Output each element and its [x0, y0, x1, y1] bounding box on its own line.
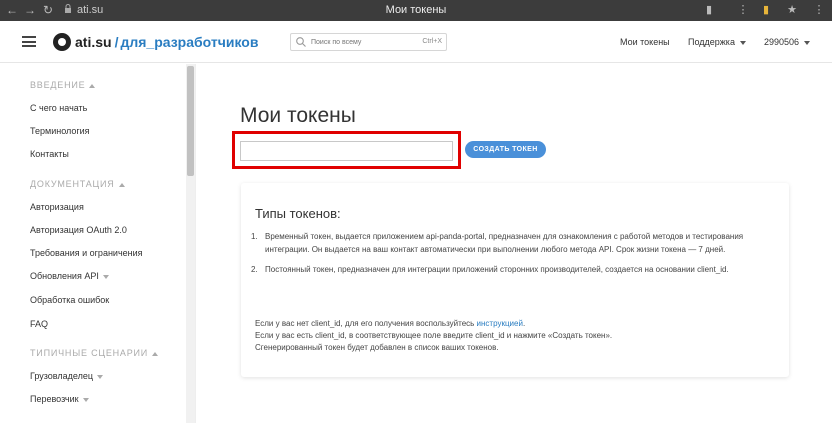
sidebar-scrollbar-thumb[interactable]: [187, 66, 194, 176]
sidebar-item-getting-started[interactable]: С чего начать: [30, 103, 87, 113]
sidebar-item-contacts[interactable]: Контакты: [30, 149, 69, 159]
back-icon[interactable]: ←: [5, 3, 19, 17]
sidebar-item-errors[interactable]: Обработка ошибок: [30, 295, 109, 305]
sidebar-item-requirements[interactable]: Требования и ограничения: [30, 248, 143, 258]
token-types-list: 1. Временный токен, выдается приложением…: [251, 230, 781, 283]
address-bar[interactable]: ati.su: [77, 4, 103, 16]
card-notes: Если у вас нет client_id, для его получе…: [255, 318, 775, 354]
sidebar-section-intro[interactable]: ВВЕДЕНИЕ: [30, 80, 96, 90]
chevron-down-icon: [102, 274, 109, 279]
bookmark-icon[interactable]: ▮: [702, 3, 716, 17]
list-item: 1. Временный токен, выдается приложением…: [251, 230, 781, 256]
chevron-up-icon: [89, 83, 96, 88]
sidebar-item-oauth[interactable]: Авторизация OAuth 2.0: [30, 225, 127, 235]
note-text: Если у вас нет client_id, для его получе…: [255, 319, 477, 328]
chevron-down-icon: [82, 397, 89, 402]
search-box[interactable]: Ctrl+X: [290, 33, 447, 51]
sidebar-item-label: Грузовладелец: [30, 371, 94, 381]
sidebar-item-carrier[interactable]: Перевозчик: [30, 394, 89, 404]
note-text: .: [522, 319, 526, 328]
nav-my-tokens[interactable]: Мои токены: [620, 37, 670, 47]
more-icon[interactable]: ⋮: [736, 3, 750, 17]
sidebar-item-cargo-owner[interactable]: Грузовладелец: [30, 371, 104, 381]
chevron-down-icon: [739, 40, 746, 45]
note-line: Если у вас нет client_id, для его получе…: [255, 318, 775, 330]
sidebar-section-docs[interactable]: ДОКУМЕНТАЦИЯ: [30, 179, 125, 189]
nav-user-label: 2990506: [764, 37, 800, 47]
sidebar-item-label: Обновления API: [30, 271, 99, 281]
nav-user[interactable]: 2990506: [764, 37, 811, 47]
chevron-down-icon: [97, 374, 104, 379]
logo-subtitle: для_разработчиков: [120, 34, 259, 50]
nav-support-label: Поддержка: [688, 37, 735, 47]
list-text: Постоянный токен, предназначен для интег…: [265, 265, 729, 274]
sidebar-item-faq[interactable]: FAQ: [30, 319, 48, 329]
list-number: 1.: [251, 232, 258, 241]
lock-icon: [65, 4, 71, 13]
site-header: ati.su / для_разработчиков Ctrl+X Мои то…: [0, 21, 832, 63]
sidebar-item-api-updates[interactable]: Обновления API: [30, 271, 109, 281]
reload-icon[interactable]: ↻: [41, 3, 55, 17]
list-item: 2. Постоянный токен, предназначен для ин…: [251, 263, 781, 276]
sidebar-section-scenarios[interactable]: ТИПИЧНЫЕ СЦЕНАРИИ: [30, 348, 159, 358]
create-token-button[interactable]: СОЗДАТЬ ТОКЕН: [465, 141, 546, 158]
site-logo[interactable]: ati.su / для_разработчиков: [53, 32, 258, 52]
browser-toolbar: ← → ↻ ati.su Мои токены ▮ ⋮ ▮ ★ ⋮: [0, 0, 832, 21]
menu-icon[interactable]: ⋮: [812, 3, 826, 17]
chevron-up-icon: [152, 351, 159, 356]
search-input[interactable]: [311, 38, 411, 46]
search-shortcut-hint: Ctrl+X: [422, 38, 442, 45]
chevron-down-icon: [804, 40, 811, 45]
sidebar: [0, 64, 196, 423]
logo-separator: /: [114, 34, 119, 50]
sidebar-item-terminology[interactable]: Терминология: [30, 126, 90, 136]
note-line: Сгенерированный токен будет добавлен в с…: [255, 343, 499, 352]
token-types-card: Типы токенов: 1. Временный токен, выдает…: [241, 183, 789, 377]
nav-support[interactable]: Поддержка: [688, 37, 746, 47]
sidebar-section-label: ДОКУМЕНТАЦИЯ: [30, 179, 115, 189]
battery-icon: ▮: [762, 4, 770, 16]
instruction-link[interactable]: инструкцией: [477, 319, 523, 328]
logo-icon: [53, 33, 71, 51]
client-id-input[interactable]: [240, 141, 453, 161]
search-icon: [296, 37, 306, 47]
extensions-icon[interactable]: ★: [785, 3, 799, 17]
card-title: Типы токенов:: [255, 206, 341, 221]
list-number: 2.: [251, 265, 258, 274]
sidebar-item-authorization[interactable]: Авторизация: [30, 202, 84, 212]
chevron-up-icon: [118, 182, 125, 187]
logo-main: ati.su: [75, 34, 112, 50]
hamburger-menu-icon[interactable]: [22, 36, 36, 47]
forward-icon[interactable]: →: [23, 3, 37, 17]
sidebar-item-label: Перевозчик: [30, 394, 79, 404]
sidebar-section-label: ТИПИЧНЫЕ СЦЕНАРИИ: [30, 348, 149, 358]
note-line: Если у вас есть client_id, в соответству…: [255, 331, 613, 340]
sidebar-section-label: ВВЕДЕНИЕ: [30, 80, 86, 90]
list-text: Временный токен, выдается приложением ap…: [265, 232, 744, 254]
page-title: Мои токены: [240, 104, 356, 127]
